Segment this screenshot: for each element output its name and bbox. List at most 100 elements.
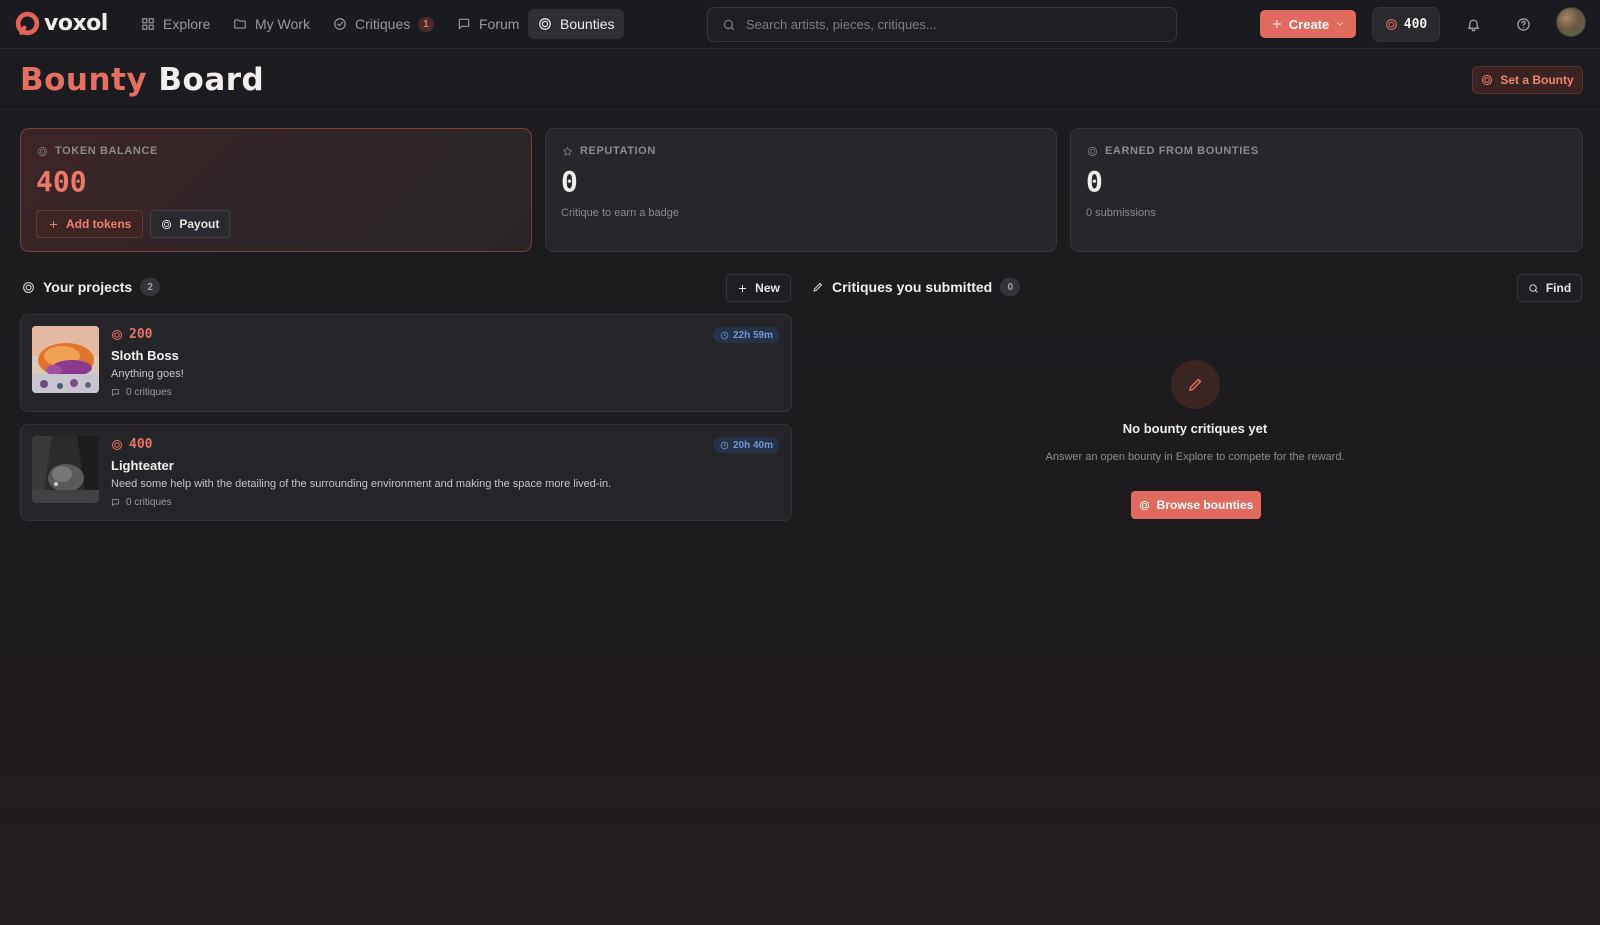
projects-header: Your projects 2 [22, 278, 161, 296]
earned-submissions: 0 submissions [1086, 207, 1156, 219]
target-icon [1482, 75, 1493, 85]
find-label: Find [1545, 281, 1572, 295]
project-thumbnail [32, 436, 99, 503]
create-button[interactable]: Create [1260, 10, 1356, 38]
message-square-icon [112, 389, 119, 396]
project-critique-count-text: 0 critiques [126, 387, 172, 398]
project-critique-count: 0 critiques [111, 387, 172, 398]
page-title: Bounty Board [20, 62, 264, 98]
token-balance-label: TOKEN BALANCE [37, 145, 158, 157]
empty-state-description: Answer an open bounty in Explore to comp… [1045, 451, 1345, 463]
earned-label: EARNED FROM BOUNTIES [1087, 145, 1259, 157]
add-tokens-button[interactable]: Add tokens [36, 210, 144, 238]
star-icon [563, 146, 572, 156]
project-card[interactable]: 200 Sloth Boss Anything goes! 0 critique… [20, 314, 792, 412]
browse-bounties-button[interactable]: Browse bounties [1131, 491, 1261, 519]
nav-my-work-label: My Work [255, 16, 310, 32]
empty-state-icon-circle [1171, 360, 1220, 409]
nav-my-work[interactable]: My Work [223, 9, 320, 39]
project-thumbnail [32, 326, 99, 393]
new-project-button[interactable]: New [726, 274, 791, 302]
projects-count: 2 [140, 278, 161, 296]
earned-card: EARNED FROM BOUNTIES 0 0 submissions [1070, 128, 1583, 252]
project-bounty-amount: 200 [129, 327, 153, 342]
nav-critiques[interactable]: Critiques 1 [323, 9, 444, 39]
search-icon [1529, 283, 1538, 293]
help-button[interactable] [1513, 14, 1533, 34]
browse-bounties-label: Browse bounties [1156, 498, 1254, 512]
plus-icon [738, 284, 747, 292]
nav-forum-label: Forum [479, 16, 520, 32]
create-button-label: Create [1288, 16, 1330, 32]
bell-icon [1467, 19, 1479, 31]
submitted-title: Critiques you submitted [832, 279, 993, 295]
token-icon [37, 146, 48, 156]
search-icon [723, 19, 735, 30]
page-title-accent: Bounty [20, 62, 148, 98]
plus-icon [49, 220, 58, 228]
token-balance-label-text: TOKEN BALANCE [55, 145, 158, 157]
empty-state-title: No bounty critiques yet [1122, 421, 1268, 436]
project-title: Sloth Boss [111, 348, 179, 363]
nav-forum[interactable]: Forum [447, 9, 529, 39]
token-icon [112, 439, 122, 450]
token-balance-count: 400 [1403, 17, 1428, 32]
lighteater-artwork [32, 436, 99, 503]
logo-mark-icon [15, 11, 40, 36]
submitted-header: Critiques you submitted 0 [812, 278, 1021, 296]
target-icon [162, 219, 172, 229]
reputation-hint: Critique to earn a badge [561, 207, 680, 219]
project-title: Lighteater [111, 458, 174, 473]
search-input[interactable] [746, 17, 1162, 32]
token-balance-value: 400 [36, 165, 87, 198]
time-left-badge: 22h 59m [712, 327, 780, 343]
token-balance-pill[interactable]: 400 [1372, 7, 1440, 42]
search-bar[interactable] [707, 7, 1177, 42]
project-critique-count-text: 0 critiques [126, 497, 172, 508]
new-project-label: New [755, 281, 780, 295]
reputation-value: 0 [561, 165, 578, 198]
notifications-button[interactable] [1463, 14, 1483, 34]
add-tokens-label: Add tokens [66, 217, 132, 231]
message-square-icon [112, 499, 119, 506]
header-divider [0, 109, 1600, 110]
target-icon [539, 18, 551, 30]
nav-explore-label: Explore [163, 16, 211, 32]
project-critique-count: 0 critiques [111, 497, 172, 508]
reputation-label: REPUTATION [562, 145, 656, 157]
clock-icon [720, 331, 729, 339]
nav-explore[interactable]: Explore [131, 9, 220, 39]
logo[interactable]: voxol [15, 11, 108, 36]
target-icon [23, 281, 34, 293]
find-button[interactable]: Find [1517, 274, 1582, 302]
chevron-down-icon [1337, 22, 1344, 26]
message-square-icon [458, 18, 470, 30]
check-circle-icon [334, 18, 346, 30]
target-icon [1139, 500, 1149, 510]
help-circle-icon [1516, 17, 1530, 31]
page-title-main: Board [158, 62, 265, 98]
reputation-card: REPUTATION 0 Critique to earn a badge [545, 128, 1057, 252]
set-bounty-label: Set a Bounty [1500, 73, 1574, 87]
time-left-badge: 20h 40m [712, 437, 780, 453]
payout-label: Payout [179, 217, 220, 231]
project-description: Anything goes! [111, 368, 184, 380]
pencil-icon [813, 283, 822, 292]
projects-title: Your projects [43, 279, 133, 295]
sloth-boss-artwork [32, 326, 99, 393]
time-left-text: 22h 59m [732, 329, 773, 341]
set-bounty-button[interactable]: Set a Bounty [1472, 66, 1583, 94]
time-left-text: 20h 40m [732, 439, 773, 451]
top-navbar: voxol Explore My Work Critiques 1 Forum … [0, 0, 1600, 49]
token-icon [112, 329, 122, 340]
project-card[interactable]: 400 Lighteater Need some help with the d… [20, 424, 792, 521]
project-bounty: 400 [111, 437, 152, 452]
nav-bounties-label: Bounties [560, 16, 615, 32]
token-icon [1385, 19, 1397, 30]
earned-label-text: EARNED FROM BOUNTIES [1105, 145, 1259, 157]
project-description: Need some help with the detailing of the… [111, 478, 612, 490]
payout-button[interactable]: Payout [150, 210, 231, 238]
user-avatar[interactable] [1556, 7, 1586, 37]
nav-bounties[interactable]: Bounties [528, 9, 625, 39]
clock-icon [720, 441, 729, 449]
